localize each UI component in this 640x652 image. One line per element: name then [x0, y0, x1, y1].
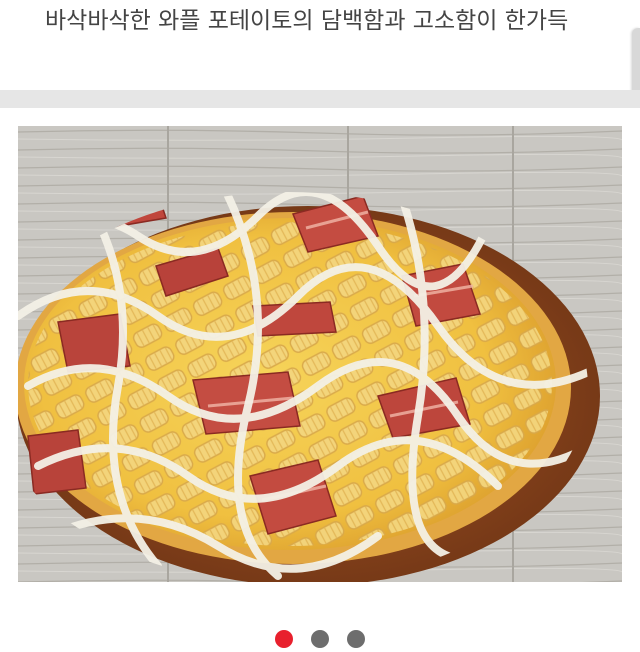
product-photo[interactable] — [18, 126, 622, 582]
image-pager — [0, 628, 640, 652]
pager-dot-3[interactable] — [347, 630, 365, 648]
pager-dot-2[interactable] — [311, 630, 329, 648]
product-description: 바삭바삭한 와플 포테이토의 담백함과 고소함이 한가득 — [45, 8, 569, 34]
pager-dot-1[interactable] — [275, 630, 293, 648]
section-divider — [0, 90, 640, 108]
product-description-header: 바삭바삭한 와플 포테이토의 담백함과 고소함이 한가득 — [0, 0, 640, 91]
